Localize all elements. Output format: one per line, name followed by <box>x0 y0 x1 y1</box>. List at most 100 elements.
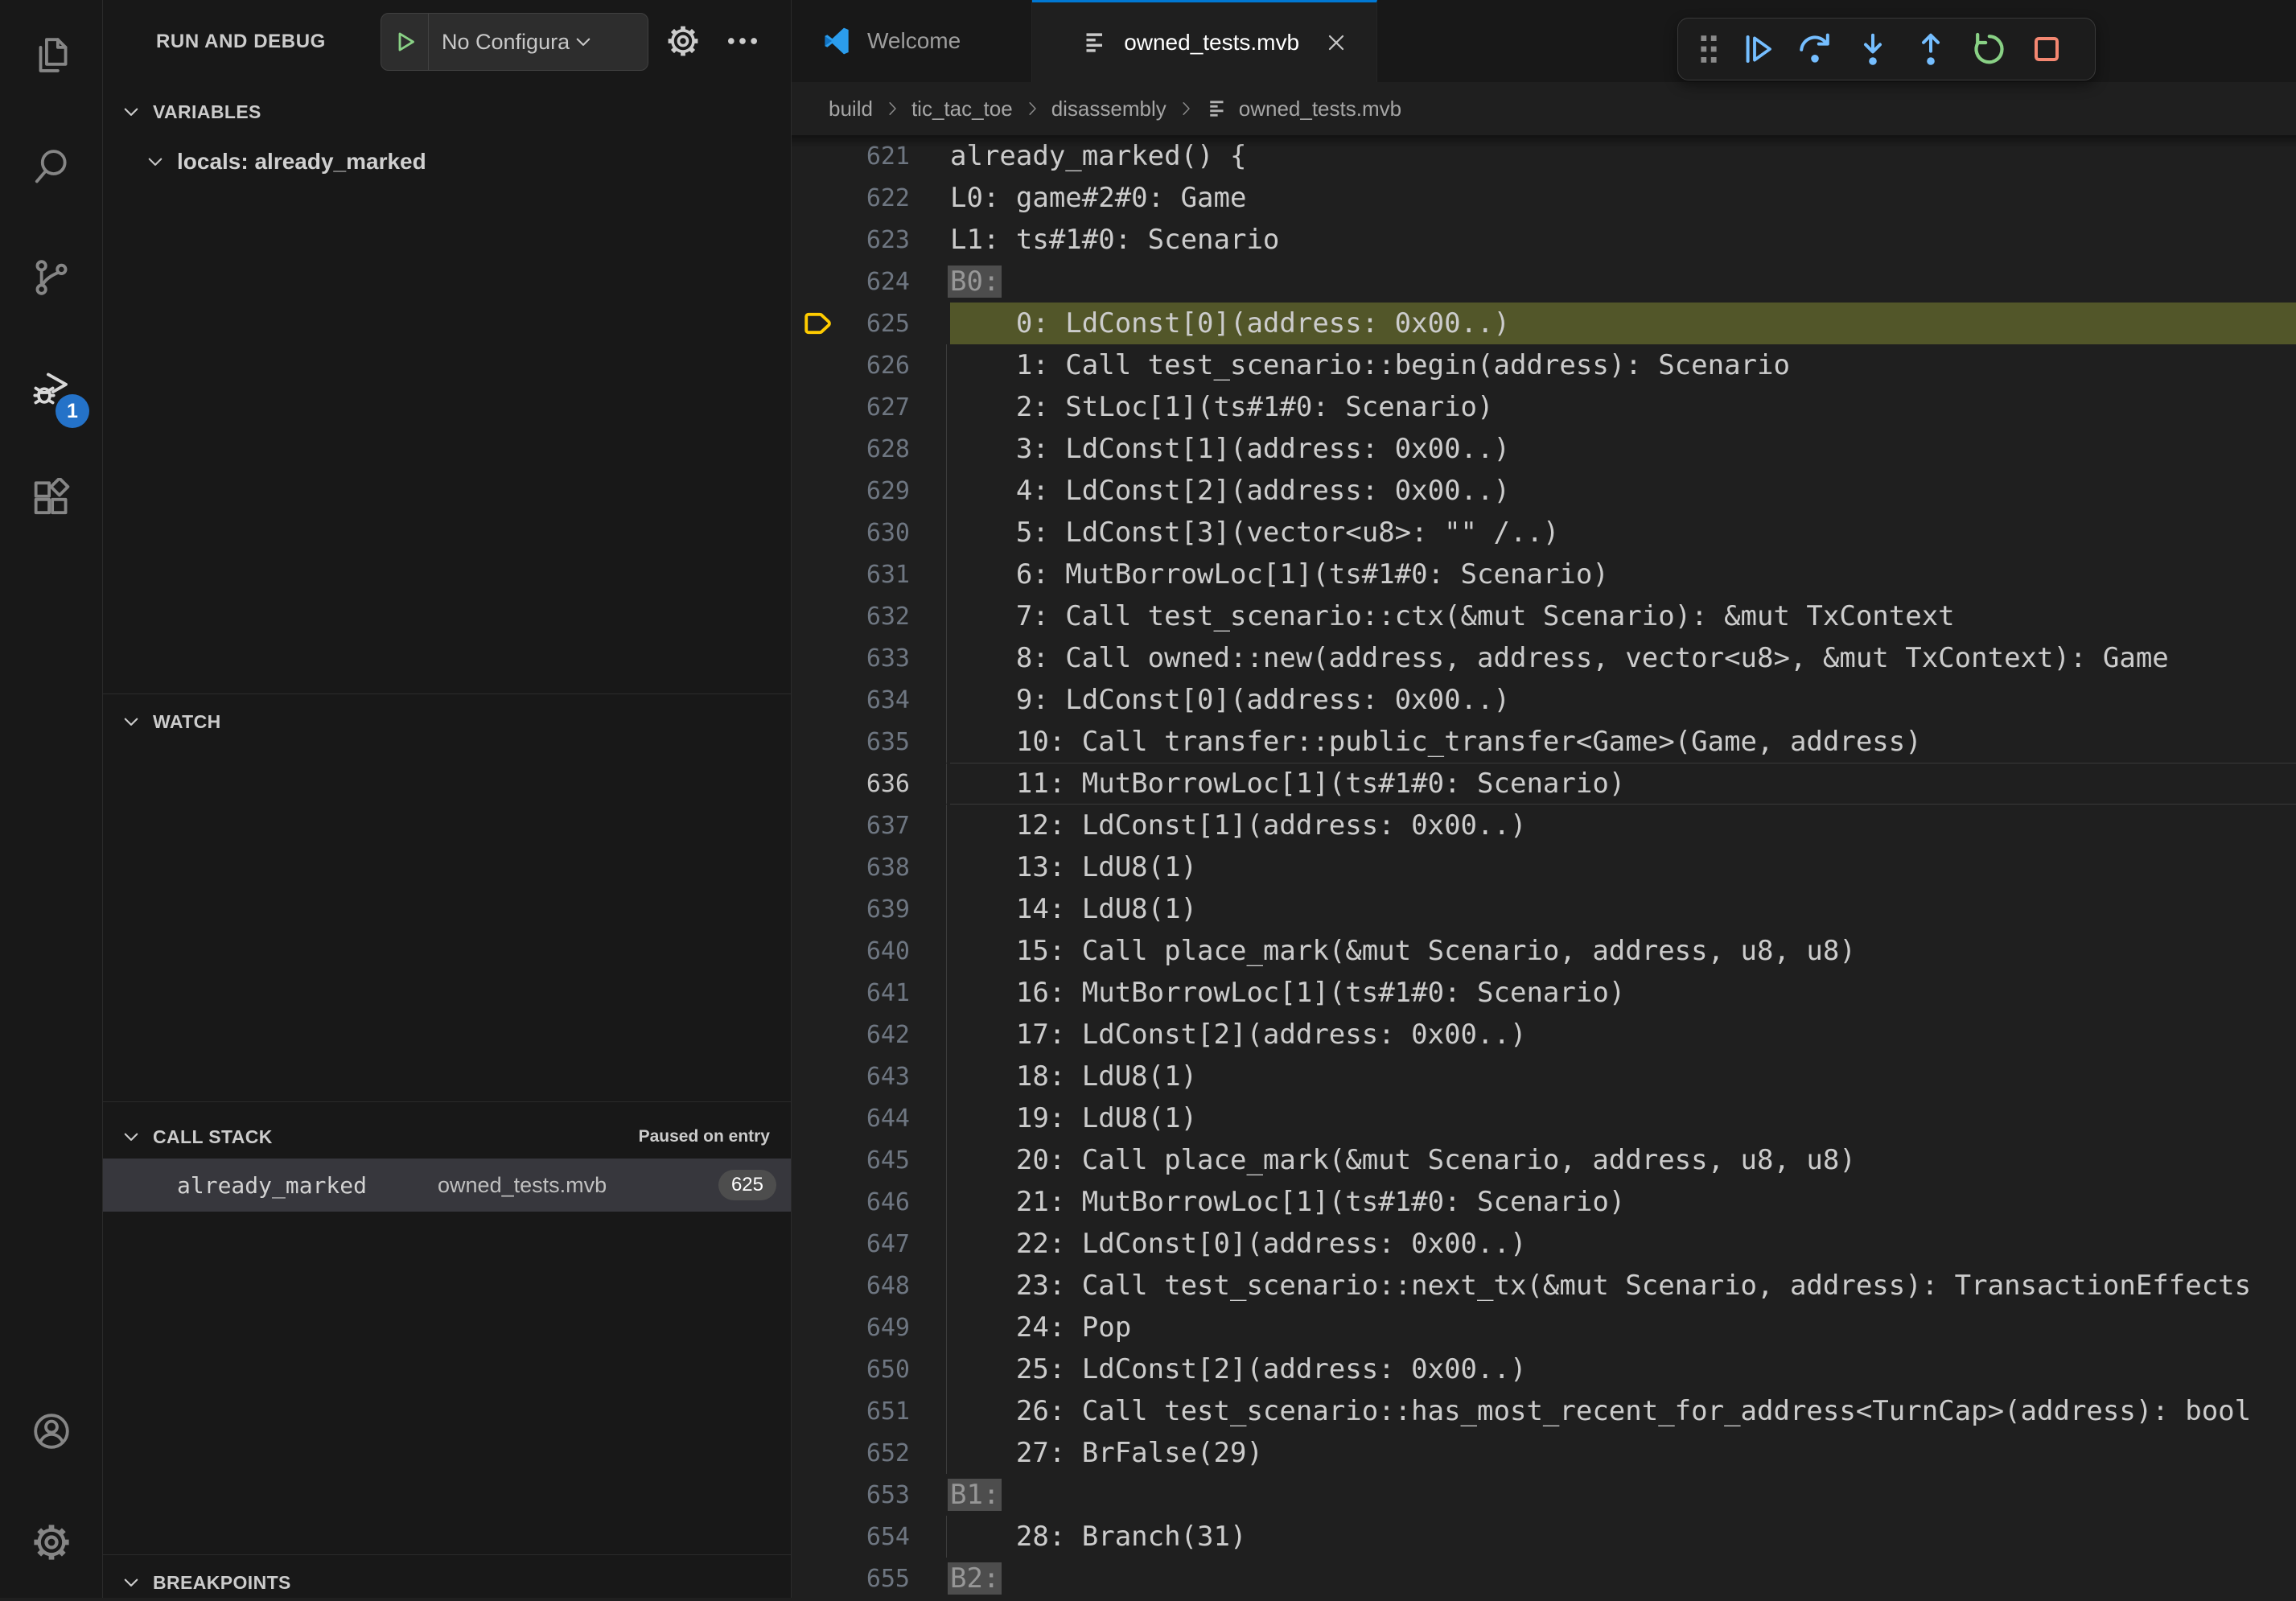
code-text[interactable]: 10: Call transfer::public_transfer<Game>… <box>950 721 2296 763</box>
gutter-line-651[interactable]: 651 <box>792 1390 950 1432</box>
activity-item-source-control[interactable] <box>0 222 102 333</box>
stop-button[interactable] <box>2018 21 2076 77</box>
gutter-line-627[interactable]: 627 <box>792 386 950 428</box>
code-text[interactable]: 9: LdConst[0](address: 0x00..) <box>950 679 2296 721</box>
gutter-line-626[interactable]: 626 <box>792 344 950 386</box>
start-debugging-icon[interactable] <box>381 27 428 56</box>
code-text[interactable]: L1: ts#1#0: Scenario <box>950 219 2296 261</box>
code-text[interactable]: 25: LdConst[2](address: 0x00..) <box>950 1348 2296 1390</box>
breadcrumb-item-disassembly[interactable]: disassembly <box>1051 97 1167 121</box>
gutter-line-628[interactable]: 628 <box>792 428 950 470</box>
code-text[interactable]: already_marked() { <box>950 135 2296 177</box>
gutter-line-650[interactable]: 650 <box>792 1348 950 1390</box>
gutter-line-637[interactable]: 637 <box>792 805 950 846</box>
gutter-line-645[interactable]: 645 <box>792 1139 950 1181</box>
tab-owned-tests-mvb[interactable]: owned_tests.mvb <box>1032 0 1377 82</box>
code-text[interactable]: 4: LdConst[2](address: 0x00..) <box>950 470 2296 512</box>
code-text[interactable]: 13: LdU8(1) <box>950 846 2296 888</box>
restart-button[interactable] <box>1960 21 2018 77</box>
code-text[interactable]: 26: Call test_scenario::has_most_recent_… <box>950 1390 2296 1432</box>
gutter-line-630[interactable]: 630 <box>792 512 950 554</box>
gutter-line-648[interactable]: 648 <box>792 1265 950 1307</box>
activity-item-run-and-debug[interactable]: 1 <box>0 333 102 444</box>
debug-config-dropdown[interactable]: No Configura <box>381 13 648 71</box>
gutter-line-654[interactable]: 654 <box>792 1516 950 1558</box>
breakpoints-section-header[interactable]: BREAKPOINTS <box>103 1564 791 1601</box>
step-into-button[interactable] <box>1844 21 1902 77</box>
gutter-line-652[interactable]: 652 <box>792 1432 950 1474</box>
activity-item-explorer[interactable] <box>0 0 102 111</box>
code-text[interactable]: 7: Call test_scenario::ctx(&mut Scenario… <box>950 595 2296 637</box>
gutter-line-631[interactable]: 631 <box>792 554 950 595</box>
code-text[interactable]: B2: <box>950 1558 2296 1598</box>
breadcrumb-item-tic_tac_toe[interactable]: tic_tac_toe <box>911 97 1013 121</box>
code-text[interactable]: 20: Call place_mark(&mut Scenario, addre… <box>950 1139 2296 1181</box>
code-text[interactable]: 2: StLoc[1](ts#1#0: Scenario) <box>950 386 2296 428</box>
activity-item-settings[interactable] <box>0 1487 102 1598</box>
close-icon[interactable] <box>1323 30 1349 56</box>
code-text[interactable]: 22: LdConst[0](address: 0x00..) <box>950 1223 2296 1265</box>
code-text[interactable]: 0: LdConst[0](address: 0x00..) <box>950 303 2296 344</box>
gutter-line-621[interactable]: 621 <box>792 135 950 177</box>
gutter-line-655[interactable]: 655 <box>792 1558 950 1598</box>
activity-item-extensions[interactable] <box>0 444 102 555</box>
code-text[interactable]: 12: LdConst[1](address: 0x00..) <box>950 805 2296 846</box>
code-text[interactable]: B0: <box>950 261 2296 303</box>
breadcrumb-item-owned_tests.mvb[interactable]: owned_tests.mvb <box>1239 97 1401 121</box>
gutter-line-634[interactable]: 634 <box>792 679 950 721</box>
gutter-line-636[interactable]: 636 <box>792 763 950 805</box>
code-text[interactable]: B1: <box>950 1474 2296 1516</box>
gutter-line-622[interactable]: 622 <box>792 177 950 219</box>
gutter-line-635[interactable]: 635 <box>792 721 950 763</box>
code-text[interactable]: 15: Call place_mark(&mut Scenario, addre… <box>950 930 2296 972</box>
code-text[interactable]: 24: Pop <box>950 1307 2296 1348</box>
variables-scope-row[interactable]: locals: already_marked <box>103 142 791 182</box>
gutter-line-653[interactable]: 653 <box>792 1474 950 1516</box>
gutter-line-633[interactable]: 633 <box>792 637 950 679</box>
gutter-line-641[interactable]: 641 <box>792 972 950 1014</box>
gutter-line-640[interactable]: 640 <box>792 930 950 972</box>
gutter-line-632[interactable]: 632 <box>792 595 950 637</box>
activity-item-search[interactable] <box>0 111 102 222</box>
code-text[interactable]: 27: BrFalse(29) <box>950 1432 2296 1474</box>
code-text[interactable]: 3: LdConst[1](address: 0x00..) <box>950 428 2296 470</box>
step-out-button[interactable] <box>1902 21 1960 77</box>
gutter-line-642[interactable]: 642 <box>792 1014 950 1056</box>
gutter-line-629[interactable]: 629 <box>792 470 950 512</box>
code-editor[interactable]: 621already_marked() {622L0: game#2#0: Ga… <box>792 135 2296 1598</box>
code-text[interactable]: 6: MutBorrowLoc[1](ts#1#0: Scenario) <box>950 554 2296 595</box>
gutter-line-623[interactable]: 623 <box>792 219 950 261</box>
gutter-line-639[interactable]: 639 <box>792 888 950 930</box>
call-stack-frame[interactable]: already_marked owned_tests.mvb 625 <box>103 1159 791 1212</box>
continue-button[interactable] <box>1728 21 1786 77</box>
code-text[interactable]: 11: MutBorrowLoc[1](ts#1#0: Scenario) <box>950 763 2296 805</box>
gutter-line-643[interactable]: 643 <box>792 1056 950 1097</box>
variables-section-header[interactable]: VARIABLES <box>103 93 791 130</box>
gutter-line-625[interactable]: 625 <box>792 303 950 344</box>
code-text[interactable]: 8: Call owned::new(address, address, vec… <box>950 637 2296 679</box>
gutter-line-647[interactable]: 647 <box>792 1223 950 1265</box>
activity-item-accounts[interactable] <box>0 1376 102 1487</box>
code-text[interactable]: 16: MutBorrowLoc[1](ts#1#0: Scenario) <box>950 972 2296 1014</box>
code-text[interactable]: 14: LdU8(1) <box>950 888 2296 930</box>
debug-settings-button[interactable] <box>665 23 702 60</box>
code-text[interactable]: 17: LdConst[2](address: 0x00..) <box>950 1014 2296 1056</box>
more-actions-button[interactable] <box>724 23 761 60</box>
gutter-line-646[interactable]: 646 <box>792 1181 950 1223</box>
step-over-button[interactable] <box>1786 21 1844 77</box>
drag-handle-button[interactable] <box>1689 21 1728 77</box>
code-text[interactable]: 23: Call test_scenario::next_tx(&mut Sce… <box>950 1265 2296 1307</box>
gutter-line-644[interactable]: 644 <box>792 1097 950 1139</box>
code-text[interactable]: 5: LdConst[3](vector<u8>: "" /..) <box>950 512 2296 554</box>
breadcrumb-item-build[interactable]: build <box>829 97 873 121</box>
watch-section-header[interactable]: WATCH <box>103 703 791 740</box>
code-text[interactable]: 18: LdU8(1) <box>950 1056 2296 1097</box>
code-text[interactable]: L0: game#2#0: Game <box>950 177 2296 219</box>
code-text[interactable]: 19: LdU8(1) <box>950 1097 2296 1139</box>
code-text[interactable]: 1: Call test_scenario::begin(address): S… <box>950 344 2296 386</box>
tab-welcome[interactable]: Welcome <box>792 0 1032 82</box>
gutter-line-638[interactable]: 638 <box>792 846 950 888</box>
call-stack-section-header[interactable]: CALL STACK Paused on entry <box>103 1118 791 1155</box>
gutter-line-649[interactable]: 649 <box>792 1307 950 1348</box>
gutter-line-624[interactable]: 624 <box>792 261 950 303</box>
